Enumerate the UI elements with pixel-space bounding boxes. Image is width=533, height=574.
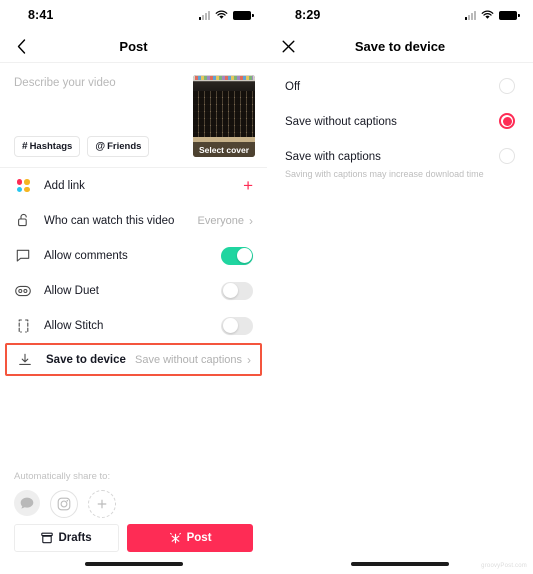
friends-chip[interactable]: @ Friends (87, 136, 150, 157)
option-off-radio[interactable] (499, 78, 515, 94)
status-time: 8:41 (28, 8, 54, 22)
option-save-with-captions-label: Save with captions (285, 151, 381, 163)
download-icon (16, 351, 34, 369)
option-save-with-captions-sub: Saving with captions may increase downlo… (285, 169, 484, 179)
option-save-without-captions-label: Save without captions (285, 116, 397, 128)
option-save-without-captions[interactable]: Save without captions (267, 102, 533, 137)
instagram-icon (57, 497, 71, 511)
bottom-action-bar: Drafts Post (0, 524, 267, 552)
post-button[interactable]: Post (127, 524, 253, 552)
share-add-more[interactable] (88, 490, 116, 518)
duet-icon (14, 282, 32, 300)
at-icon: @ (95, 141, 106, 152)
description-input[interactable]: Describe your video (14, 75, 193, 89)
nav-bar-left: Post (0, 30, 267, 63)
page-title: Save to device (354, 38, 446, 54)
option-save-without-captions-text: Save without captions (285, 112, 499, 130)
home-indicator-left (84, 562, 183, 566)
select-cover-thumbnail[interactable]: Select cover (193, 75, 255, 157)
friends-chip-label: Friends (107, 141, 142, 152)
comment-icon (14, 247, 32, 265)
cellular-bars-icon (199, 10, 210, 20)
status-bar-right: 8:29 (267, 0, 533, 30)
who-can-watch-value: Everyone (197, 214, 244, 227)
save-options-list: Off Save without captions Save with capt… (267, 63, 533, 183)
row-add-link[interactable]: Add link + (0, 168, 267, 203)
status-time: 8:29 (295, 8, 321, 22)
row-allow-duet[interactable]: Allow Duet (0, 273, 267, 308)
allow-duet-toggle[interactable] (221, 281, 253, 300)
status-icons (199, 10, 254, 20)
hash-icon: # (22, 141, 28, 152)
compose-chips: # Hashtags @ Friends (14, 136, 193, 157)
allow-stitch-toggle[interactable] (221, 316, 253, 335)
message-bubble-icon (20, 497, 34, 509)
close-button[interactable] (277, 35, 299, 57)
drafts-button[interactable]: Drafts (14, 524, 120, 552)
share-instagram[interactable] (50, 490, 78, 518)
dot-grid-icon (14, 177, 32, 195)
dual-phone-screenshot: 8:41 Post Describe your video # Hashtags… (0, 0, 533, 574)
add-more-icon (97, 499, 107, 509)
row-who-can-watch-label: Who can watch this video (44, 214, 175, 227)
thumbnail-keyboard-area (193, 91, 255, 137)
sparkle-icon (169, 532, 181, 543)
chevron-right-icon: › (247, 352, 251, 367)
row-allow-duet-label: Allow Duet (44, 284, 99, 297)
auto-share-title: Automatically share to: (14, 471, 111, 482)
post-button-label: Post (186, 532, 212, 544)
row-add-link-label: Add link (44, 179, 85, 192)
row-save-to-device[interactable]: Save to device Save without captions › (5, 343, 262, 376)
status-icons (465, 10, 520, 20)
option-off[interactable]: Off (267, 67, 533, 102)
row-save-to-device-label: Save to device (46, 353, 126, 366)
row-allow-comments-label: Allow comments (44, 249, 128, 262)
thumbnail-screen-area (193, 75, 255, 91)
close-icon (282, 40, 294, 52)
select-cover-label: Select cover (193, 142, 255, 157)
cellular-bars-icon (465, 10, 476, 20)
chevron-right-icon: › (249, 213, 253, 228)
wifi-icon (215, 10, 228, 19)
option-save-without-captions-radio[interactable] (499, 113, 515, 129)
battery-icon (499, 10, 520, 20)
option-save-with-captions-text: Save with captions Saving with captions … (285, 147, 499, 179)
back-button[interactable] (10, 35, 32, 57)
save-to-device-value: Save without captions (134, 353, 242, 366)
row-allow-comments[interactable]: Allow comments (0, 238, 267, 273)
row-allow-stitch-label: Allow Stitch (44, 319, 104, 332)
status-bar-left: 8:41 (0, 0, 267, 30)
option-save-with-captions-radio[interactable] (499, 148, 515, 164)
wifi-icon (481, 10, 494, 19)
hashtags-chip-label: Hashtags (29, 141, 73, 152)
battery-icon (233, 10, 254, 20)
option-off-label: Off (285, 81, 301, 93)
left-phone-screen: 8:41 Post Describe your video # Hashtags… (0, 0, 267, 574)
compose-section: Describe your video # Hashtags @ Friends (0, 63, 267, 168)
auto-share-targets (14, 490, 253, 518)
auto-share-section: Automatically share to: (0, 471, 267, 518)
drafts-button-label: Drafts (58, 532, 92, 544)
settings-rows: Add link + Who can watch this video Ever… (0, 168, 267, 376)
nav-bar-right: Save to device (267, 30, 533, 63)
home-indicator-right (351, 562, 449, 566)
hashtags-chip[interactable]: # Hashtags (14, 136, 81, 157)
drafts-icon (41, 532, 54, 544)
watermark: groovyPost.com (481, 563, 527, 569)
option-save-with-captions[interactable]: Save with captions Saving with captions … (267, 137, 533, 183)
right-phone-screen: 8:29 Save to device Off Save without cap… (267, 0, 533, 574)
stitch-icon (14, 317, 32, 335)
chevron-left-icon (17, 38, 25, 54)
page-title: Post (119, 38, 148, 54)
unlock-icon (14, 212, 32, 230)
row-allow-stitch[interactable]: Allow Stitch (0, 308, 267, 343)
add-link-plus-icon[interactable]: + (243, 177, 253, 194)
option-off-text: Off (285, 77, 499, 95)
row-who-can-watch[interactable]: Who can watch this video Everyone › (0, 203, 267, 238)
share-messages[interactable] (14, 490, 40, 516)
compose-main: Describe your video # Hashtags @ Friends (14, 75, 193, 157)
allow-comments-toggle[interactable] (221, 246, 253, 265)
